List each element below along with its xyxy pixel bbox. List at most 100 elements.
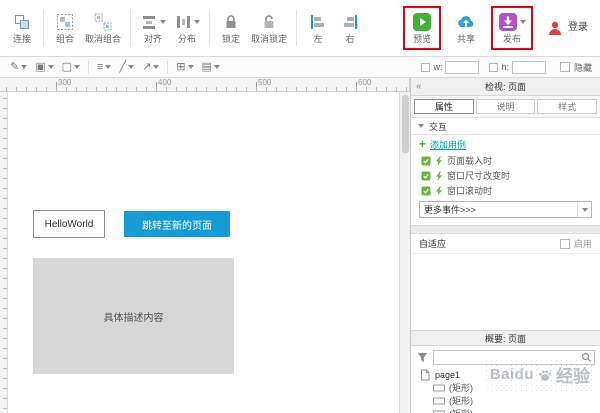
collapse-panel-icon[interactable]: « bbox=[416, 82, 422, 92]
toolbar-right-group: 预览 共享 发布 登录 bbox=[406, 0, 600, 56]
height-input[interactable] bbox=[512, 61, 546, 74]
event-onwindowresize[interactable]: 窗口尺寸改变时 bbox=[411, 168, 600, 183]
line-style-icon: ╱ bbox=[119, 62, 126, 73]
event-onwindowscroll[interactable]: 窗口滚动时 bbox=[411, 183, 600, 198]
chevron-down-icon bbox=[48, 65, 54, 69]
event-onpageload[interactable]: 页面载入时 bbox=[411, 153, 600, 168]
more-events-label: 更多事件>>> bbox=[424, 203, 476, 216]
preview-button[interactable]: 预览 bbox=[406, 9, 438, 47]
page-icon bbox=[419, 369, 431, 381]
tool-lock[interactable]: 锁定 bbox=[215, 9, 247, 47]
interaction-section-header[interactable]: 交互 bbox=[411, 118, 600, 135]
tool-group[interactable]: 组合 bbox=[49, 9, 81, 47]
tool-connect[interactable]: 连接 bbox=[6, 9, 38, 47]
lock-icon bbox=[222, 13, 240, 31]
chevron-down-icon bbox=[21, 65, 27, 69]
inspector-tabs: 属性 说明 样式 bbox=[411, 96, 600, 118]
tool-unlock[interactable]: 取消锁定 bbox=[247, 9, 291, 47]
tool-label: 取消组合 bbox=[85, 35, 121, 44]
width-input[interactable] bbox=[445, 61, 479, 74]
align-icon bbox=[140, 13, 158, 31]
tool-label: 左 bbox=[314, 35, 323, 44]
tree-item-label: (矩形) bbox=[449, 381, 473, 394]
width-field: w: bbox=[421, 61, 479, 74]
tree-item-page1[interactable]: page1 bbox=[411, 368, 600, 381]
arrow-style-control[interactable]: ↗ bbox=[138, 62, 163, 73]
tool-align-right[interactable]: 右 bbox=[334, 9, 366, 47]
chevron-down-icon bbox=[188, 65, 194, 69]
hide-control[interactable]: 隐藏 bbox=[560, 61, 592, 74]
adaptive-row: 自适应 启用 bbox=[411, 234, 600, 254]
height-field: h: bbox=[489, 61, 546, 74]
line-weight-icon: ≡ bbox=[97, 62, 103, 73]
description-rect-widget[interactable]: 具体描述内容 bbox=[33, 258, 234, 374]
publish-icon bbox=[498, 12, 518, 32]
ruler-mark: 500 bbox=[258, 79, 271, 87]
enable-checkbox[interactable] bbox=[560, 239, 570, 249]
login-button[interactable]: 登录 bbox=[542, 16, 592, 40]
description-text: 具体描述内容 bbox=[104, 309, 164, 324]
tab-properties[interactable]: 属性 bbox=[414, 99, 474, 114]
chevron-down-icon bbox=[128, 65, 134, 69]
text-format-control[interactable]: ⊞ bbox=[172, 62, 197, 73]
tool-label: 取消锁定 bbox=[251, 35, 287, 44]
align-right-icon bbox=[341, 13, 359, 31]
width-label: w: bbox=[433, 62, 442, 72]
inspector-header: « 检视: 页面 bbox=[411, 78, 600, 96]
helloworld-widget[interactable]: HelloWorld bbox=[33, 210, 105, 238]
scrollbar-thumb[interactable] bbox=[402, 95, 409, 153]
tool-ungroup[interactable]: 取消组合 bbox=[81, 9, 125, 47]
add-case-label: 添加用例 bbox=[430, 138, 466, 151]
tool-align-left[interactable]: 左 bbox=[302, 9, 334, 47]
height-icon bbox=[489, 63, 498, 72]
tree-item-label: (矩形) bbox=[449, 407, 473, 413]
event-icon bbox=[421, 171, 431, 181]
ruler-mark: 600 bbox=[358, 79, 371, 87]
enable-label: 启用 bbox=[574, 237, 592, 250]
share-button[interactable]: 共享 bbox=[450, 9, 482, 47]
search-input[interactable] bbox=[434, 351, 581, 364]
section-divider bbox=[411, 225, 600, 234]
group-icon bbox=[56, 13, 74, 31]
align-left-icon bbox=[309, 13, 327, 31]
publish-button[interactable]: 发布 bbox=[494, 9, 530, 47]
tool-align[interactable]: 对齐 bbox=[136, 9, 170, 47]
tool-label: 分布 bbox=[178, 35, 196, 44]
hide-checkbox[interactable] bbox=[560, 62, 570, 72]
tree-item-rect[interactable]: (矩形) bbox=[411, 381, 600, 394]
shadow-style-icon: ▤ bbox=[202, 62, 212, 73]
tab-notes[interactable]: 说明 bbox=[476, 99, 536, 114]
filter-funnel-icon[interactable] bbox=[416, 351, 429, 364]
share-label: 共享 bbox=[457, 35, 475, 44]
rectangle-icon bbox=[433, 395, 445, 407]
vertical-ruler bbox=[0, 92, 8, 413]
format-painter-control[interactable]: ✎ bbox=[6, 62, 31, 73]
tree-item-rect[interactable]: (矩形) bbox=[411, 394, 600, 407]
arrow-style-icon: ↗ bbox=[142, 62, 151, 73]
horizontal-ruler: 300 400 500 600 bbox=[0, 78, 410, 92]
vertical-scrollbar[interactable] bbox=[399, 92, 410, 413]
share-cloud-icon bbox=[456, 12, 476, 32]
canvas[interactable]: HelloWorld 跳转至新的页面 具体描述内容 bbox=[8, 92, 399, 413]
event-label: 窗口滚动时 bbox=[447, 184, 492, 197]
search-icon[interactable] bbox=[581, 352, 592, 363]
outline-search-row bbox=[411, 346, 600, 368]
height-label: h: bbox=[501, 62, 509, 72]
jump-button-widget[interactable]: 跳转至新的页面 bbox=[124, 211, 230, 237]
line-weight-control[interactable]: ≡ bbox=[93, 62, 115, 73]
tool-distribute[interactable]: 分布 bbox=[170, 9, 204, 47]
add-case-link[interactable]: + 添加用例 bbox=[411, 135, 600, 153]
border-color-control[interactable]: ▢ bbox=[58, 62, 84, 73]
tab-style[interactable]: 样式 bbox=[537, 99, 597, 114]
shadow-style-control[interactable]: ▤ bbox=[198, 62, 224, 73]
line-style-control[interactable]: ╱ bbox=[115, 62, 138, 73]
tree-item-rect[interactable]: (矩形) bbox=[411, 407, 600, 413]
more-events-dropdown[interactable]: 更多事件>>> bbox=[419, 201, 592, 218]
hide-label: 隐藏 bbox=[574, 61, 592, 74]
ruler-mark: 400 bbox=[158, 79, 171, 87]
inspector-title: 检视: 页面 bbox=[411, 80, 600, 93]
fill-color-icon: ▣ bbox=[35, 62, 45, 73]
toolbar-separator bbox=[167, 61, 168, 74]
fill-color-control[interactable]: ▣ bbox=[31, 62, 57, 73]
toolbar-separator bbox=[88, 61, 89, 74]
